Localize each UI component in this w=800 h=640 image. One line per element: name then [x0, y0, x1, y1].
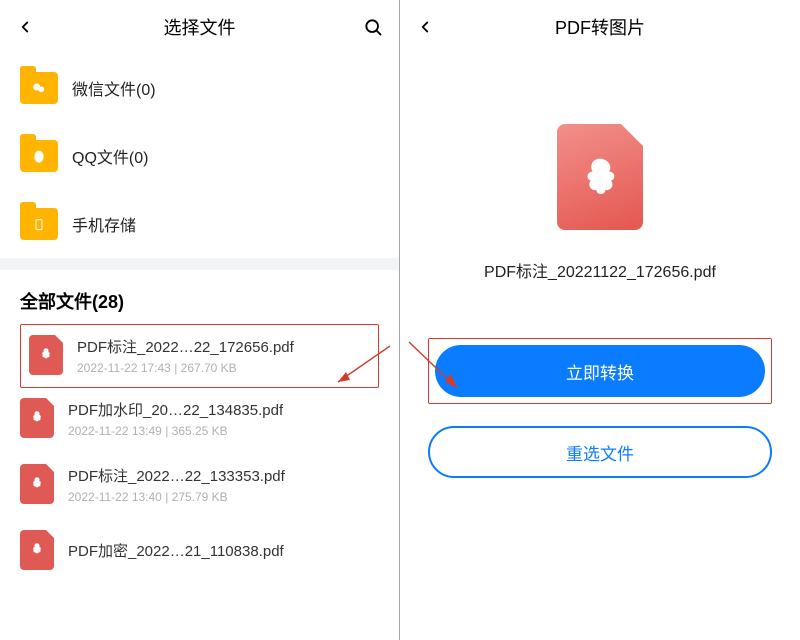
- reselect-button[interactable]: 重选文件: [428, 426, 772, 478]
- pdf-file-icon: [20, 530, 54, 570]
- header: 选择文件: [0, 0, 399, 54]
- file-name: PDF标注_2022…22_172656.pdf: [77, 336, 294, 357]
- folder-icon: [20, 208, 58, 240]
- file-preview: PDF标注_20221122_172656.pdf: [400, 54, 800, 282]
- file-row[interactable]: PDF标注_2022…22_172656.pdf 2022-11-22 17:43…: [20, 324, 379, 388]
- button-area: 立即转换 重选文件: [428, 338, 772, 478]
- file-row[interactable]: PDF标注_2022…22_133353.pdf 2022-11-22 13:40…: [0, 454, 399, 520]
- search-icon: [363, 17, 383, 37]
- file-meta: PDF加水印_20…22_134835.pdf 2022-11-22 13:49 …: [68, 399, 283, 438]
- file-subtext: 2022-11-22 13:40 | 275.79 KB: [68, 490, 285, 504]
- search-button[interactable]: [355, 17, 383, 37]
- page-title: PDF转图片: [444, 14, 756, 40]
- header: PDF转图片: [400, 0, 800, 54]
- highlight-box: 立即转换: [428, 338, 772, 404]
- file-row[interactable]: PDF加密_2022…21_110838.pdf: [0, 520, 399, 586]
- divider: [0, 258, 399, 270]
- back-button[interactable]: [416, 18, 444, 36]
- pdf-icon: [557, 124, 643, 230]
- file-list: PDF标注_2022…22_172656.pdf 2022-11-22 17:43…: [0, 324, 399, 586]
- file-name: PDF加水印_20…22_134835.pdf: [68, 399, 283, 420]
- section-title: 全部文件(28): [0, 270, 399, 324]
- qq-icon: [31, 148, 47, 169]
- source-label: 手机存储: [72, 212, 136, 236]
- pdf-file-icon: [20, 398, 54, 438]
- file-name: PDF标注_2022…22_133353.pdf: [68, 465, 285, 486]
- source-label: QQ文件(0): [72, 144, 148, 168]
- convert-button[interactable]: 立即转换: [435, 345, 765, 397]
- source-phone-storage[interactable]: 手机存储: [0, 190, 399, 258]
- file-meta: PDF加密_2022…21_110838.pdf: [68, 540, 284, 561]
- chevron-left-icon: [416, 18, 434, 36]
- file-meta: PDF标注_2022…22_133353.pdf 2022-11-22 13:40…: [68, 465, 285, 504]
- pdf-file-icon: [29, 335, 63, 375]
- pdf-convert-screen: PDF转图片 PDF标注_20221122_172656.pdf 立即转换 重选…: [400, 0, 800, 640]
- pdf-file-icon: [20, 464, 54, 504]
- file-subtext: 2022-11-22 17:43 | 267.70 KB: [77, 361, 294, 375]
- file-name: PDF加密_2022…21_110838.pdf: [68, 540, 284, 561]
- back-button[interactable]: [16, 18, 44, 36]
- folder-icon: [20, 140, 58, 172]
- chevron-left-icon: [16, 18, 34, 36]
- selected-filename: PDF标注_20221122_172656.pdf: [484, 258, 716, 282]
- source-list: 微信文件(0) QQ文件(0) 手机存储: [0, 54, 399, 258]
- page-title: 选择文件: [44, 14, 355, 40]
- source-wechat[interactable]: 微信文件(0): [0, 54, 399, 122]
- source-label: 微信文件(0): [72, 76, 156, 100]
- file-meta: PDF标注_2022…22_172656.pdf 2022-11-22 17:43…: [77, 336, 294, 375]
- file-row[interactable]: PDF加水印_20…22_134835.pdf 2022-11-22 13:49 …: [0, 388, 399, 454]
- file-picker-screen: 选择文件 微信文件(0) QQ文件(0): [0, 0, 400, 640]
- file-subtext: 2022-11-22 13:49 | 365.25 KB: [68, 424, 283, 438]
- wechat-icon: [30, 81, 48, 98]
- source-qq[interactable]: QQ文件(0): [0, 122, 399, 190]
- phone-icon: [33, 216, 45, 237]
- folder-icon: [20, 72, 58, 104]
